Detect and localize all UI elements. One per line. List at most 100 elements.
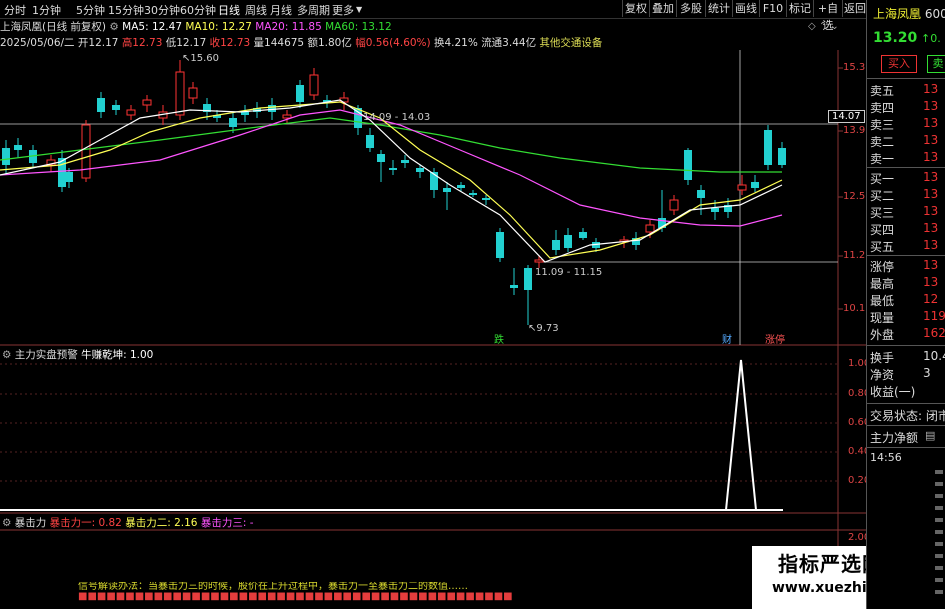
bid1-value: 13 — [923, 170, 939, 184]
high-value: 15.60 — [190, 53, 220, 64]
net-flow-label[interactable]: 主力净额 — [870, 429, 918, 446]
high-label: 最高 — [870, 277, 895, 291]
die-marker: 跌 — [494, 335, 504, 346]
candle-body — [65, 172, 73, 182]
high-annotation: ↖15.60 — [182, 53, 220, 64]
candle-body — [416, 168, 424, 172]
table-icon[interactable]: ▤ — [925, 429, 935, 442]
candle-body — [296, 85, 304, 102]
candle-body — [579, 232, 587, 238]
indicator2-l2: 暴击力二: 2.16 — [125, 517, 198, 529]
candle-body — [112, 105, 120, 110]
candle-body — [711, 208, 719, 212]
bid3-value: 13 — [923, 204, 939, 218]
stock-name-text: 上海凤凰 — [873, 7, 922, 21]
divider — [867, 255, 945, 256]
buy-button[interactable]: 买入 — [881, 55, 917, 73]
candle-body — [669, 199, 679, 211]
candle-body — [764, 130, 772, 165]
candle-body — [188, 87, 198, 99]
limit-up-value: 13 — [923, 258, 939, 272]
indicator1-value: 牛赚乾坤: 1.00 — [81, 349, 154, 361]
current-vol-value: 119 — [923, 309, 945, 323]
low-annotation: ↖9.73 — [528, 323, 559, 334]
quote-panel: 上海凤凰 600 13.20 ↑0. 买入 卖 卖五 13 卖四 13 卖三 13 卖… — [866, 0, 945, 609]
candle-body — [268, 105, 276, 112]
candle-body — [142, 99, 152, 106]
ma-line — [0, 101, 783, 259]
indicator2-l1: 暴击力一: 0.82 — [49, 517, 122, 529]
ask4-value: 13 — [923, 99, 939, 113]
candle-body — [309, 74, 319, 96]
candle-body — [282, 114, 292, 119]
candle-body — [510, 285, 518, 288]
candle-body — [443, 188, 451, 192]
trade-status: 交易状态: 闭市 — [870, 409, 945, 423]
change-arrow: ↑0. — [921, 32, 941, 45]
indicator1-header: ⚙ 主力实盘预警 牛赚乾坤: 1.00 — [2, 347, 153, 362]
cai-marker: 财 — [722, 335, 732, 346]
zhangting-marker: 涨停 — [765, 335, 785, 346]
divider — [867, 345, 945, 346]
divider — [867, 425, 945, 426]
bottom-text-red: ■■■■■■■■■■■■■■■■■■■■■■■■■■■■■■■■■■■■■■■■… — [78, 591, 513, 602]
current-price: 13.20 — [873, 30, 918, 46]
high-value: 13 — [923, 275, 939, 289]
low-value: 12 — [923, 292, 939, 306]
turnover-label-r: 换手 — [870, 351, 895, 365]
ask3-label: 卖三 — [870, 118, 895, 132]
candle-body — [2, 148, 10, 165]
bid4-value: 13 — [923, 221, 939, 235]
scrollbar[interactable] — [935, 470, 943, 600]
candle-body — [175, 71, 185, 116]
candle-body — [389, 168, 397, 170]
bid1-label: 买一 — [870, 172, 895, 186]
candle-body — [737, 184, 747, 191]
candle-body — [377, 154, 385, 162]
outer-vol-label: 外盘 — [870, 328, 895, 342]
candle-body — [241, 112, 249, 115]
bid5-value: 13 — [923, 238, 939, 252]
indicator2-header: ⚙ 暴击力 暴击力一: 0.82 暴击力二: 2.16 暴击力三: - — [2, 515, 254, 530]
divider — [867, 78, 945, 79]
divider — [867, 403, 945, 404]
low-label: 最低 — [870, 294, 895, 308]
candle-body — [697, 190, 705, 198]
candle-body — [564, 235, 572, 248]
candle-body — [645, 224, 655, 233]
ask2-label: 卖二 — [870, 135, 895, 149]
bid5-label: 买五 — [870, 240, 895, 254]
range1-annotation: 14.09 - 14.03 — [363, 112, 431, 123]
divider — [867, 167, 945, 168]
ask2-value: 13 — [923, 133, 939, 147]
net-assets-label: 净资 — [870, 368, 895, 382]
indicator2-settings-icon[interactable]: ⚙ — [2, 517, 11, 529]
candle-body — [457, 185, 465, 188]
range2-annotation: 11.09 - 11.15 — [535, 267, 603, 278]
sell-button[interactable]: 卖 — [927, 55, 945, 73]
candle-body — [482, 198, 490, 200]
candle-body — [469, 193, 477, 195]
indicator1-title[interactable]: 主力实盘预警 — [15, 349, 78, 361]
candle-body — [126, 109, 136, 116]
candle-body — [97, 98, 105, 112]
ask1-label: 卖一 — [870, 152, 895, 166]
candle-body — [354, 108, 362, 128]
divider — [867, 447, 945, 448]
candle-body — [496, 232, 504, 258]
current-vol-label: 现量 — [870, 311, 895, 325]
candle-body — [751, 182, 759, 188]
ask3-value: 13 — [923, 116, 939, 130]
bid2-label: 买二 — [870, 189, 895, 203]
candle-body — [684, 150, 692, 180]
outer-vol-value: 1622 — [923, 326, 945, 340]
net-assets-value: 3 — [923, 366, 931, 380]
eps-label: 收益(一) — [870, 385, 916, 399]
low-value: 9.73 — [536, 323, 559, 334]
ask4-label: 卖四 — [870, 101, 895, 115]
indicator-settings-icon[interactable]: ⚙ — [2, 349, 11, 361]
indicator2-title[interactable]: 暴击力 — [15, 517, 47, 529]
bid4-label: 买四 — [870, 223, 895, 237]
candle-body — [229, 118, 237, 127]
candle-body — [778, 148, 786, 165]
